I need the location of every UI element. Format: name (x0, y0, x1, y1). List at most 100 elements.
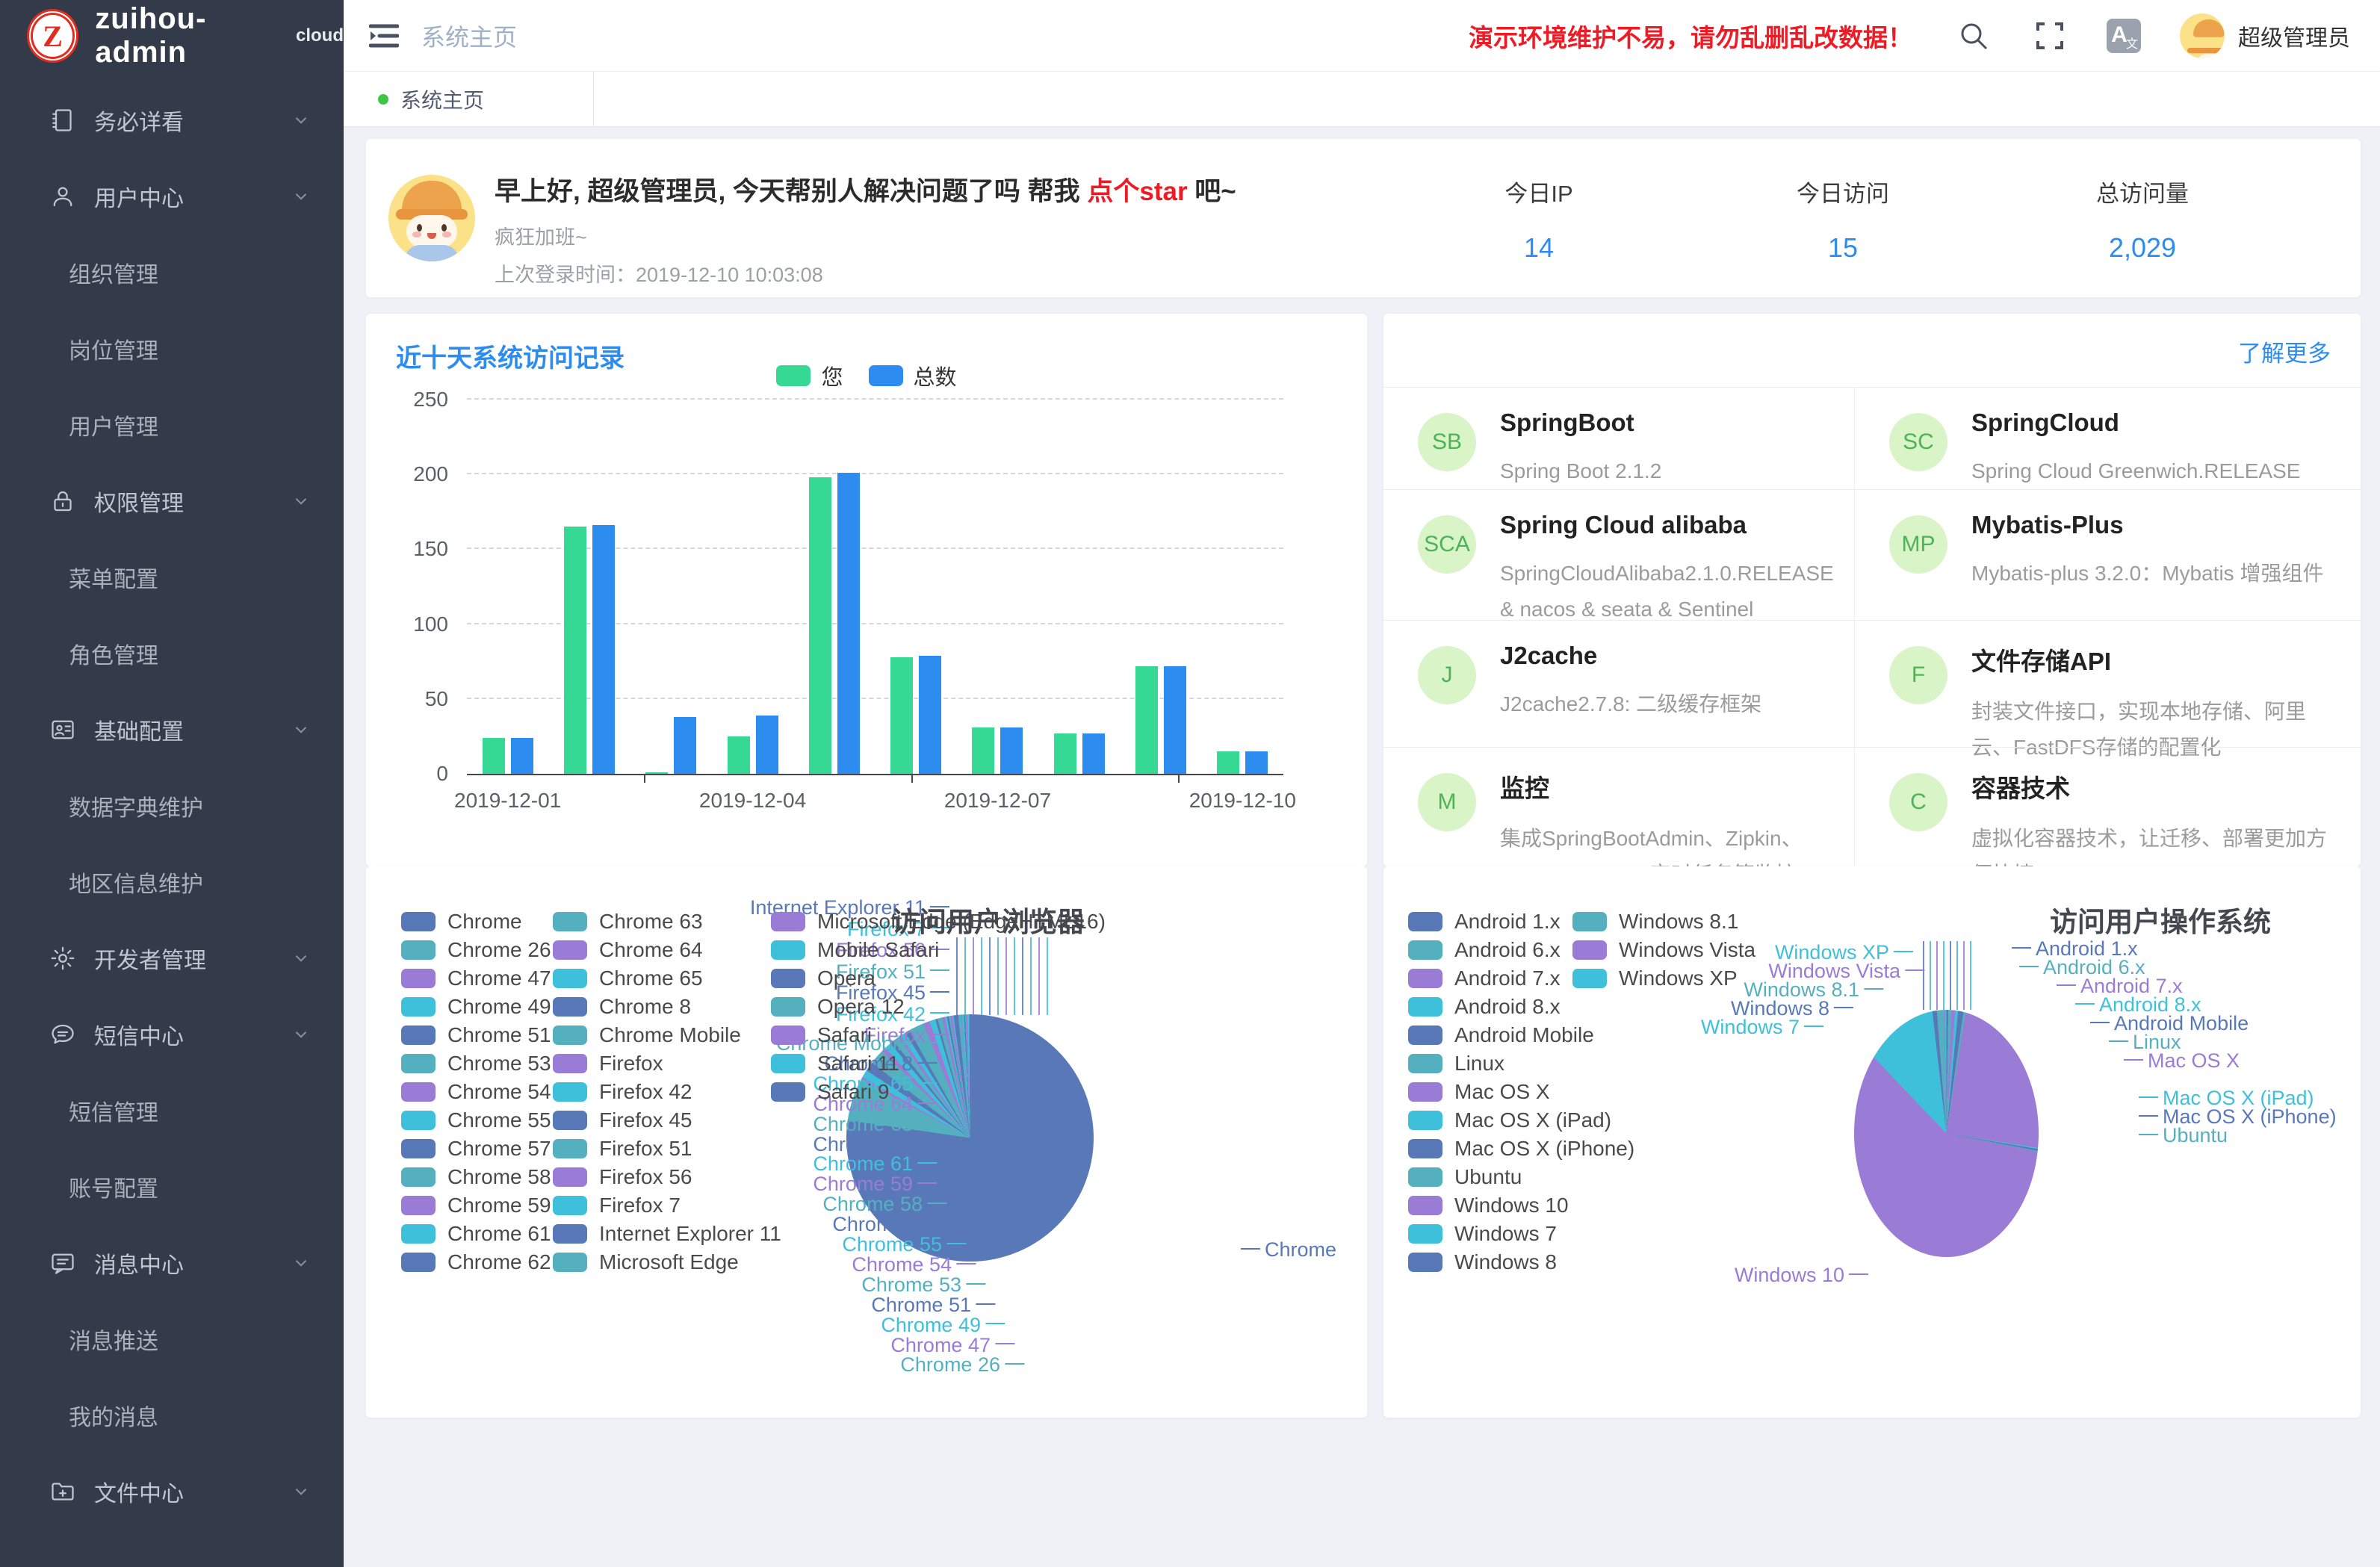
gridline (467, 698, 1283, 699)
sidebar-item-13[interactable]: 短信管理 (0, 1073, 344, 1149)
stat-value[interactable]: 15 (1716, 232, 1970, 264)
legend-item-Chrome 8[interactable]: Chrome 8 (553, 993, 781, 1021)
sidebar-item-9[interactable]: 数据字典维护 (0, 768, 344, 844)
legend-item-Android Mobile[interactable]: Android Mobile (1408, 1021, 1634, 1049)
legend-item-Opera 12[interactable]: Opera 12 (771, 993, 1106, 1021)
legend-label: Windows 10 (1454, 1194, 1569, 1217)
tech-card-F[interactable]: F文件存储API封装文件接口，实现本地存储、阿里云、FastDFS存储的配置化 (1854, 620, 2361, 747)
legend-item-Chrome 26[interactable]: Chrome 26 (401, 936, 551, 964)
legend-item-Chrome[interactable]: Chrome (401, 907, 551, 936)
language-switch-icon[interactable]: A文 (2107, 19, 2141, 53)
legend-item-Chrome 61[interactable]: Chrome 61 (401, 1220, 551, 1248)
legend-item-Android 8.x[interactable]: Android 8.x (1408, 993, 1634, 1021)
tech-card-SB[interactable]: SBSpringBootSpring Boot 2.1.2 (1383, 387, 1854, 489)
legend-swatch (771, 997, 805, 1017)
legend-item-Mac OS X[interactable]: Mac OS X (1408, 1078, 1634, 1106)
legend-item-Chrome 55[interactable]: Chrome 55 (401, 1106, 551, 1135)
collapse-menu-icon[interactable] (369, 23, 399, 49)
legend-item-Safari 11[interactable]: Safari 11 (771, 1049, 1106, 1078)
legend-label: Chrome 58 (447, 1165, 551, 1189)
legend-item-Safari 9[interactable]: Safari 9 (771, 1078, 1106, 1106)
legend-item-Chrome 63[interactable]: Chrome 63 (553, 907, 781, 936)
tab-home[interactable]: 系统主页 (344, 72, 594, 126)
tech-card-C[interactable]: C容器技术虚拟化容器技术，让迁移、部署更加方便快捷 (1854, 747, 2361, 866)
legend-swatch (771, 1054, 805, 1073)
sidebar-item-12[interactable]: 短信中心 (0, 996, 344, 1073)
legend-item-Chrome 64[interactable]: Chrome 64 (553, 936, 781, 964)
sidebar-item-14[interactable]: 账号配置 (0, 1149, 344, 1225)
bar-legend-item-总数[interactable]: 总数 (869, 360, 957, 391)
legend-item-Firefox 56[interactable]: Firefox 56 (553, 1163, 781, 1191)
legend-item-Chrome 53[interactable]: Chrome 53 (401, 1049, 551, 1078)
legend-item-Chrome 54[interactable]: Chrome 54 (401, 1078, 551, 1106)
sidebar-item-15[interactable]: 消息中心 (0, 1225, 344, 1301)
sidebar-item-5[interactable]: 权限管理 (0, 463, 344, 539)
lock-icon (49, 488, 76, 515)
tech-desc: Spring Cloud Greenwich.RELEASE (1971, 453, 2300, 489)
tech-card-SC[interactable]: SCSpringCloudSpring Cloud Greenwich.RELE… (1854, 387, 2361, 489)
legend-item-Internet Explorer 11[interactable]: Internet Explorer 11 (553, 1220, 781, 1248)
sidebar-item-4[interactable]: 用户管理 (0, 387, 344, 463)
tech-title: SpringBoot (1500, 409, 1661, 437)
legend-item-Firefox[interactable]: Firefox (553, 1049, 781, 1078)
sidebar-item-label: 开发者管理 (94, 942, 206, 975)
legend-item-Windows Vista[interactable]: Windows Vista (1572, 936, 1755, 964)
tech-card-J[interactable]: JJ2cacheJ2cache2.7.8: 二级缓存框架 (1383, 620, 1854, 747)
legend-item-Chrome 65[interactable]: Chrome 65 (553, 964, 781, 993)
tech-card-M[interactable]: M监控集成SpringBootAdmin、Zipkin、Redis、Mysql、… (1383, 747, 1854, 866)
star-link[interactable]: 点个star (1087, 177, 1187, 206)
sidebar-item-16[interactable]: 消息推送 (0, 1301, 344, 1377)
legend-item-Opera[interactable]: Opera (771, 964, 1106, 993)
legend-item-Chrome 58[interactable]: Chrome 58 (401, 1163, 551, 1191)
sidebar-item-10[interactable]: 地区信息维护 (0, 844, 344, 920)
fullscreen-icon[interactable] (2035, 21, 2065, 51)
legend-item-Chrome 49[interactable]: Chrome 49 (401, 993, 551, 1021)
sidebar-item-0[interactable]: 务必详看 (0, 82, 344, 158)
chevron-down-icon (291, 1253, 311, 1273)
sidebar-item-3[interactable]: 岗位管理 (0, 311, 344, 387)
legend-swatch (1408, 1167, 1442, 1187)
legend-label: Chrome 54 (447, 1080, 551, 1104)
tech-card-MP[interactable]: MPMybatis-PlusMybatis-plus 3.2.0：Mybatis… (1854, 489, 2361, 620)
legend-item-Safari[interactable]: Safari (771, 1021, 1106, 1049)
legend-item-Linux[interactable]: Linux (1408, 1049, 1634, 1078)
stat-value[interactable]: 14 (1412, 232, 1666, 264)
legend-item-Windows 10[interactable]: Windows 10 (1408, 1191, 1634, 1220)
legend-item-Mac OS X (iPhone)[interactable]: Mac OS X (iPhone) (1408, 1135, 1634, 1163)
sidebar-item-label: 消息推送 (69, 1323, 158, 1356)
sidebar-item-2[interactable]: 组织管理 (0, 235, 344, 311)
sidebar-item-1[interactable]: 用户中心 (0, 158, 344, 235)
legend-item-Windows XP[interactable]: Windows XP (1572, 964, 1755, 993)
sidebar-item-11[interactable]: 开发者管理 (0, 920, 344, 996)
legend-item-Chrome 51[interactable]: Chrome 51 (401, 1021, 551, 1049)
legend-item-Windows 8[interactable]: Windows 8 (1408, 1248, 1634, 1276)
sidebar-item-8[interactable]: 基础配置 (0, 692, 344, 768)
legend-item-Chrome 59[interactable]: Chrome 59 (401, 1191, 551, 1220)
legend-item-Windows 7[interactable]: Windows 7 (1408, 1220, 1634, 1248)
sidebar-item-18[interactable]: 文件中心 (0, 1453, 344, 1530)
logo[interactable]: Z zuihou-admin cloud (0, 0, 344, 72)
legend-item-Chrome 47[interactable]: Chrome 47 (401, 964, 551, 993)
sidebar-item-6[interactable]: 菜单配置 (0, 539, 344, 615)
legend-item-Ubuntu[interactable]: Ubuntu (1408, 1163, 1634, 1191)
legend-item-Chrome Mobile[interactable]: Chrome Mobile (553, 1021, 781, 1049)
legend-item-Mac OS X (iPad)[interactable]: Mac OS X (iPad) (1408, 1106, 1634, 1135)
stat-value[interactable]: 2,029 (2015, 232, 2269, 264)
legend-item-Chrome 57[interactable]: Chrome 57 (401, 1135, 551, 1163)
legend-item-Firefox 42[interactable]: Firefox 42 (553, 1078, 781, 1106)
user-menu[interactable]: 超级管理员 (2180, 13, 2350, 58)
legend-item-Mobile Safari[interactable]: Mobile Safari (771, 936, 1106, 964)
search-icon[interactable] (1959, 21, 1989, 51)
legend-item-Microsoft Edge[interactable]: Microsoft Edge (553, 1248, 781, 1276)
legend-swatch (401, 912, 436, 931)
legend-item-Chrome 62[interactable]: Chrome 62 (401, 1248, 551, 1276)
bar-legend-item-您[interactable]: 您 (776, 360, 843, 391)
sidebar-item-17[interactable]: 我的消息 (0, 1377, 344, 1453)
learn-more-link[interactable]: 了解更多 (2238, 335, 2331, 368)
legend-item-Windows 8.1[interactable]: Windows 8.1 (1572, 907, 1755, 936)
tech-card-SCA[interactable]: SCASpring Cloud alibabaSpringCloudAlibab… (1383, 489, 1854, 620)
sidebar-item-7[interactable]: 角色管理 (0, 615, 344, 692)
legend-item-Firefox 45[interactable]: Firefox 45 (553, 1106, 781, 1135)
legend-item-Firefox 51[interactable]: Firefox 51 (553, 1135, 781, 1163)
legend-item-Firefox 7[interactable]: Firefox 7 (553, 1191, 781, 1220)
